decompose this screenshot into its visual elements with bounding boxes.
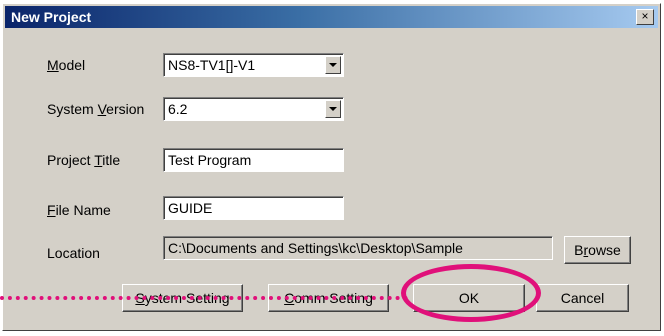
close-icon[interactable]: × bbox=[636, 9, 654, 25]
chevron-down-icon[interactable] bbox=[325, 100, 341, 118]
comm-setting-button[interactable]: Comm Setting bbox=[268, 284, 389, 312]
system-setting-button[interactable]: System Setting bbox=[122, 284, 243, 312]
title-bar[interactable]: New Project × bbox=[5, 6, 658, 28]
chevron-down-icon[interactable] bbox=[325, 56, 341, 74]
file-name-input[interactable]: GUIDE bbox=[163, 196, 344, 220]
cancel-button[interactable]: Cancel bbox=[536, 284, 629, 312]
file-name-label: File Name bbox=[47, 202, 111, 218]
dialog-title: New Project bbox=[11, 9, 92, 25]
browse-button[interactable]: Browse bbox=[564, 236, 631, 264]
model-value: NS8-TV1[]-V1 bbox=[168, 57, 256, 73]
system-version-label: System Version bbox=[47, 101, 145, 117]
location-field: C:\Documents and Settings\kc\Desktop\Sam… bbox=[163, 236, 553, 260]
model-select[interactable]: NS8-TV1[]-V1 bbox=[163, 53, 344, 77]
project-title-input[interactable]: Test Program bbox=[163, 148, 344, 172]
ok-button[interactable]: OK bbox=[413, 284, 525, 312]
model-label: Model bbox=[47, 57, 86, 73]
location-label: Location bbox=[47, 245, 100, 261]
system-version-select[interactable]: 6.2 bbox=[163, 97, 344, 121]
system-version-value: 6.2 bbox=[168, 101, 188, 117]
project-title-label: Project Title bbox=[47, 152, 121, 168]
